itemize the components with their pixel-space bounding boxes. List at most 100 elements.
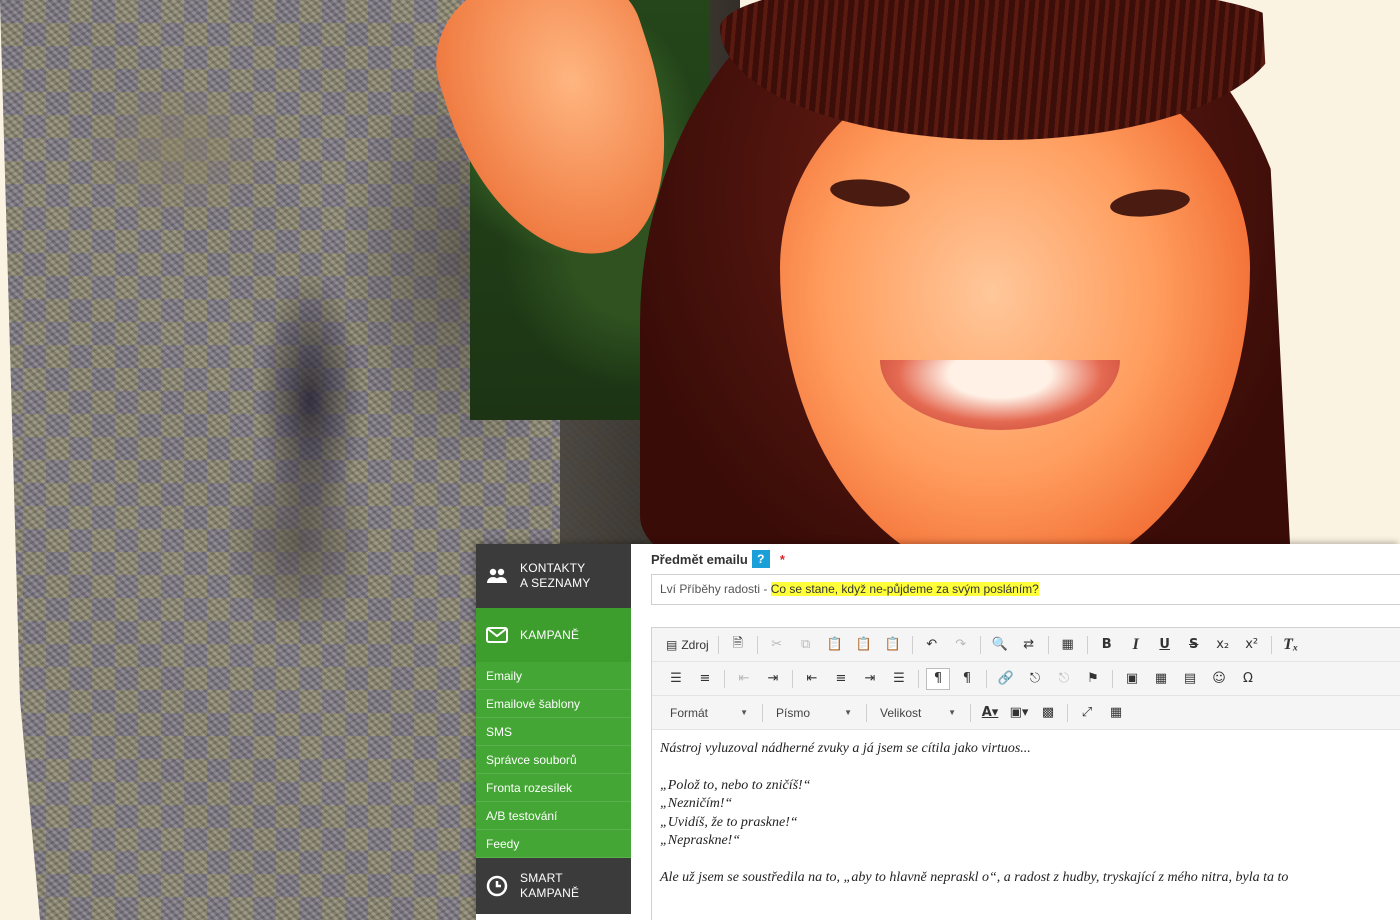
toolbar-row-1: ▤ Zdroj 🗎 ✂ ⧉ 📋 📋 📋 ↶ ↷ 🔍 ⇄ ▦ B I U S x₂… (652, 628, 1400, 662)
format-select[interactable]: Formát ▼ (664, 702, 754, 724)
paste-text-icon[interactable]: 📋 (852, 634, 876, 656)
subject-prefix: Lví Příběhy radosti - (660, 582, 771, 596)
subscript-icon[interactable]: x₂ (1211, 634, 1235, 656)
toolbar-separator (1086, 635, 1088, 654)
nav-contacts[interactable]: KONTAKTY A SEZNAMY (476, 544, 631, 608)
select-all-icon[interactable]: ▦ (1056, 634, 1080, 656)
size-select[interactable]: Velikost ▼ (874, 702, 962, 724)
toolbar-separator (866, 703, 867, 722)
subject-label: Předmět emailu (651, 551, 748, 567)
undo-icon[interactable]: ↶ (920, 634, 944, 656)
submenu-item-sms[interactable]: SMS (476, 718, 631, 746)
font-select[interactable]: Písmo ▼ (770, 702, 858, 724)
subject-label-row: Předmět emailu ? * (651, 550, 1400, 568)
strikethrough-icon[interactable]: S (1182, 634, 1206, 656)
link-icon[interactable]: 🔗 (994, 668, 1018, 690)
justify-icon[interactable]: ☰ (887, 668, 911, 690)
campaigns-submenu: Emaily Emailové šablony SMS Správce soub… (476, 662, 631, 858)
table-icon[interactable]: ▦ (1149, 668, 1173, 690)
content-line: „Uvidíš, že to praskne!“ (660, 814, 798, 830)
size-label: Velikost (880, 705, 922, 720)
find-icon[interactable]: 🔍 (988, 634, 1012, 656)
bold-icon[interactable]: B (1095, 634, 1119, 656)
submenu-item-emails[interactable]: Emaily (476, 662, 631, 690)
horizontal-line-icon[interactable]: ▤ (1178, 668, 1202, 690)
submenu-item-feeds[interactable]: Feedy (476, 830, 631, 858)
source-label: Zdroj (681, 637, 709, 652)
anchor-flag-icon[interactable]: ⚑ (1081, 668, 1105, 690)
toolbar-separator (792, 669, 793, 688)
toolbar-separator (911, 635, 913, 654)
submenu-item-ab-testing[interactable]: A/B testování (476, 802, 631, 830)
copy-icon[interactable]: ⧉ (794, 634, 818, 656)
align-center-icon[interactable]: ≡ (829, 668, 853, 690)
toolbar-separator (986, 669, 987, 688)
copy-format-icon[interactable]: ▩ (1036, 702, 1060, 724)
nav-campaigns[interactable]: KAMPANĚ (476, 608, 631, 662)
superscript-icon[interactable]: x² (1240, 634, 1264, 656)
nav-smart-campaigns[interactable]: SMART KAMPANĚ (476, 858, 631, 914)
replace-icon[interactable]: ⇄ (1017, 634, 1041, 656)
nav-campaigns-label: KAMPANĚ (520, 627, 580, 642)
image-icon[interactable]: ▣ (1120, 668, 1144, 690)
submenu-item-send-queue[interactable]: Fronta rozesílek (476, 774, 631, 802)
maximize-icon[interactable]: ⤢ (1075, 702, 1099, 724)
bulleted-list-icon[interactable]: ≡ (693, 668, 717, 690)
background-color-icon[interactable]: ▣▾ (1007, 702, 1031, 724)
special-char-icon[interactable]: Ω (1236, 668, 1260, 690)
toolbar-separator (717, 635, 719, 654)
toolbar-separator (979, 635, 981, 654)
subject-highlight: Co se stane, když ne-půjdeme za svým pos… (770, 582, 1039, 596)
toolbar-row-2: ☰ ≡ ⇤ ⇥ ⇤ ≡ ⇥ ☰ ¶ ¶ 🔗 ⎋ ⎋ ⚑ ▣ ▦ ▤ ☺ Ω (652, 662, 1400, 696)
cut-icon[interactable]: ✂ (765, 634, 789, 656)
content-line: Nástroj vyluzoval nádherné zvuky a já js… (660, 741, 1031, 756)
envelope-icon (486, 624, 508, 646)
nav-contacts-label: KONTAKTY A SEZNAMY (520, 561, 591, 590)
email-app-panel: KONTAKTY A SEZNAMY KAMPANĚ Emaily Emailo… (476, 544, 1400, 920)
content-line: Ale už jsem se soustředila na to, „aby t… (660, 869, 1289, 885)
toolbar-separator (970, 703, 971, 722)
remove-format-icon[interactable]: Tₓ (1279, 634, 1303, 656)
editor-content[interactable]: Nástroj vyluzoval nádherné zvuky a já js… (652, 730, 1400, 920)
toolbar-separator (1067, 703, 1068, 722)
people-icon (486, 565, 508, 587)
submenu-item-file-manager[interactable]: Správce souborů (476, 746, 631, 774)
toolbar-separator (724, 669, 725, 688)
underline-icon[interactable]: U (1153, 634, 1177, 656)
toolbar-separator (762, 703, 763, 722)
align-left-icon[interactable]: ⇤ (800, 668, 824, 690)
paste-icon[interactable]: 📋 (823, 634, 847, 656)
paste-word-icon[interactable]: 📋 (881, 634, 905, 656)
smiley-icon[interactable]: ☺ (1207, 668, 1231, 690)
chevron-down-icon: ▼ (948, 708, 956, 717)
preview-icon[interactable]: 🗎 (726, 634, 750, 656)
submenu-item-email-templates[interactable]: Emailové šablony (476, 690, 631, 718)
rtl-icon[interactable]: ¶ (955, 668, 979, 690)
ltr-icon[interactable]: ¶ (926, 667, 950, 690)
text-color-icon[interactable]: A▾ (978, 702, 1002, 724)
email-editor-area: Předmět emailu ? * Lví Příběhy radosti -… (631, 544, 1400, 920)
unlink-icon[interactable]: ⎋ (1023, 668, 1047, 690)
sidebar: KONTAKTY A SEZNAMY KAMPANĚ Emaily Emailo… (476, 544, 631, 920)
italic-icon[interactable]: I (1124, 634, 1148, 656)
toolbar-separator (1270, 635, 1272, 654)
nav-smart-label: SMART KAMPANĚ (520, 871, 580, 900)
numbered-list-icon[interactable]: ☰ (664, 668, 688, 690)
unlink-disabled-icon[interactable]: ⎋ (1052, 668, 1076, 690)
required-mark: * (779, 551, 785, 567)
redo-icon[interactable]: ↷ (949, 634, 973, 656)
content-line: „Polož to, nebo to zničíš!“ (660, 777, 811, 793)
indent-icon[interactable]: ⇥ (761, 668, 785, 690)
source-icon: ▤ (666, 637, 678, 652)
help-icon[interactable]: ? (751, 550, 770, 568)
toolbar-separator (756, 635, 758, 654)
align-right-icon[interactable]: ⇥ (858, 668, 882, 690)
outdent-icon[interactable]: ⇤ (732, 668, 756, 690)
chevron-down-icon: ▼ (740, 708, 748, 717)
source-button[interactable]: ▤ Zdroj (664, 634, 711, 656)
show-blocks-icon[interactable]: ▦ (1104, 702, 1128, 724)
subject-input[interactable]: Lví Příběhy radosti - Co se stane, když … (651, 574, 1400, 605)
format-label: Formát (670, 705, 709, 720)
